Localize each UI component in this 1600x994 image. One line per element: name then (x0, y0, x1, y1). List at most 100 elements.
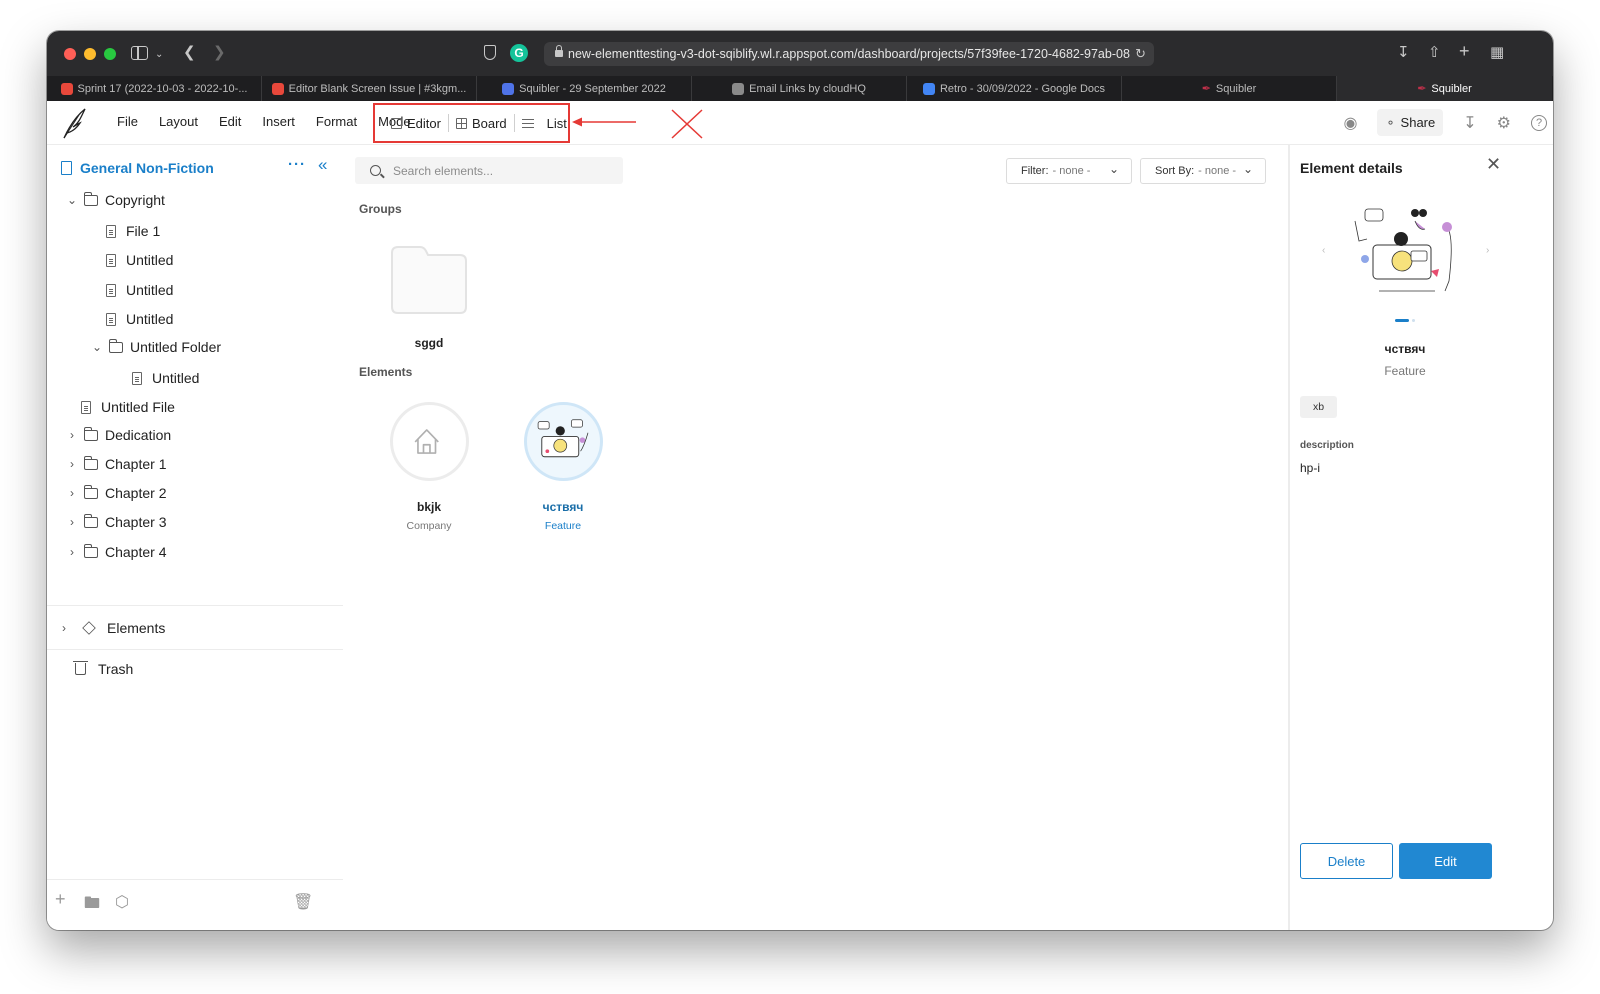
chevron-down-icon[interactable]: ⌄ (90, 340, 104, 354)
tab-editor[interactable]: Editor (391, 114, 449, 132)
chevron-down-icon[interactable]: ⌄ (65, 193, 79, 207)
chevron-right-icon[interactable]: › (65, 486, 79, 500)
sort-label: Sort By: (1155, 165, 1195, 177)
filter-label: Filter: (1021, 165, 1049, 177)
new-tab-icon[interactable]: + (1459, 42, 1470, 60)
new-element-icon[interactable]: ⬡ (115, 892, 129, 912)
new-folder-icon[interactable]: 🖿 (84, 892, 100, 919)
menu-layout[interactable]: Layout (159, 114, 198, 129)
tree-folder-chapter-2[interactable]: › Chapter 2 (65, 483, 166, 503)
shield-icon[interactable] (484, 45, 496, 60)
element-details-panel: Element details ✕ ‹ › чствяч Feature xb … (1288, 145, 1553, 930)
share-sheet-icon[interactable]: ⇧ (1428, 44, 1441, 62)
sidebar-toggle-icon[interactable] (131, 46, 148, 60)
tab-list-label: List (546, 115, 567, 131)
element-tag[interactable]: xb (1300, 396, 1337, 418)
tree-folder-untitled[interactable]: ⌄ Untitled Folder (90, 337, 221, 357)
back-icon[interactable]: ❮ (183, 44, 196, 62)
element-name[interactable]: bkjk (369, 500, 489, 514)
chevron-down-icon[interactable]: ⌄ (155, 46, 163, 64)
delete-button[interactable]: Delete (1300, 843, 1393, 879)
carousel-indicator[interactable] (1412, 319, 1415, 322)
minimize-window-button[interactable] (84, 47, 96, 60)
file-icon (106, 224, 116, 238)
tree-file[interactable]: Untitled (132, 368, 199, 388)
element-name[interactable]: чствяч (503, 500, 623, 514)
tab-label: Email Links by cloudHQ (749, 82, 866, 95)
tree-label: Copyright (105, 192, 165, 208)
file-icon (106, 312, 116, 326)
sort-dropdown[interactable]: Sort By: - none - ⌄ (1140, 158, 1266, 184)
tab-label: Squibler (1431, 82, 1472, 95)
search-input[interactable] (393, 163, 593, 178)
feather-logo-icon (63, 108, 86, 139)
reload-icon[interactable]: ↻ (1135, 42, 1146, 66)
tree-file[interactable]: Untitled (106, 309, 173, 329)
tab-list[interactable]: List (521, 114, 574, 132)
grammarly-icon[interactable]: G (510, 44, 528, 62)
chevron-right-icon[interactable]: › (57, 621, 71, 635)
maximize-window-button[interactable] (104, 47, 116, 60)
browser-tab[interactable]: Sprint 17 (2022-10-03 - 2022-10-... (47, 76, 262, 101)
tree-folder-copyright[interactable]: ⌄ Copyright (65, 190, 165, 210)
carousel-prev-icon[interactable]: ‹ (1322, 245, 1325, 256)
folder-open-icon (108, 338, 123, 353)
hide-eye-icon[interactable]: ◉ (1344, 113, 1358, 133)
chevron-right-icon[interactable]: › (65, 515, 79, 529)
collapse-sidebar-icon[interactable]: « (318, 155, 327, 175)
close-icon[interactable]: ✕ (1486, 154, 1501, 175)
tree-file[interactable]: Untitled File (81, 397, 175, 417)
menu-insert[interactable]: Insert (262, 114, 295, 129)
tree-folder-chapter-4[interactable]: › Chapter 4 (65, 542, 166, 562)
browser-tab[interactable]: Email Links by cloudHQ (692, 76, 907, 101)
tab-overview-icon[interactable]: ▦ (1490, 44, 1504, 62)
carousel-indicator-active[interactable] (1395, 319, 1409, 322)
edit-button[interactable]: Edit (1399, 843, 1492, 879)
feather-favicon-icon: ✒ (1201, 83, 1211, 95)
tree-file[interactable]: Untitled (106, 280, 173, 300)
element-card-avatar-selected[interactable] (524, 402, 603, 481)
browser-tab-active[interactable]: ✒ Squibler (1337, 76, 1552, 101)
menu-edit[interactable]: Edit (219, 114, 241, 129)
browser-tab[interactable]: ✒ Squibler (1122, 76, 1337, 101)
browser-window: ⌄ ❮ ❯ G new-elementtesting-v3-dot-sqibli… (47, 31, 1553, 930)
close-window-button[interactable] (64, 47, 76, 60)
download-icon[interactable]: ↧ (1397, 44, 1410, 62)
menu-file[interactable]: File (117, 114, 138, 129)
window-controls (64, 47, 116, 60)
browser-tab[interactable]: Squibler - 29 September 2022 (477, 76, 692, 101)
tab-label: Editor Blank Screen Issue | #3kgm... (288, 82, 467, 95)
add-icon[interactable]: + (55, 889, 66, 910)
project-title[interactable]: General Non-Fiction (61, 160, 214, 176)
browser-titlebar: ⌄ ❮ ❯ G new-elementtesting-v3-dot-sqibli… (47, 31, 1553, 76)
tree-file[interactable]: File 1 (106, 221, 160, 241)
sidebar-item-elements[interactable]: › Elements (47, 605, 343, 650)
export-icon[interactable]: ↧ (1463, 113, 1476, 133)
help-icon[interactable]: ? (1531, 114, 1547, 131)
chevron-right-icon[interactable]: › (65, 545, 79, 559)
element-card-avatar[interactable] (390, 402, 469, 481)
browser-tab[interactable]: Editor Blank Screen Issue | #3kgm... (262, 76, 477, 101)
tab-board[interactable]: Board (455, 114, 515, 132)
group-folder-icon[interactable] (390, 245, 468, 315)
tree-folder-dedication[interactable]: › Dedication (65, 425, 171, 445)
file-icon (106, 283, 116, 297)
menu-format[interactable]: Format (316, 114, 357, 129)
share-button[interactable]: ⚬ Share (1377, 109, 1444, 136)
address-bar[interactable]: new-elementtesting-v3-dot-sqiblify.wl.r.… (544, 42, 1154, 66)
sidebar-item-trash[interactable]: Trash (73, 661, 133, 677)
search-box[interactable] (355, 157, 623, 184)
filter-dropdown[interactable]: Filter: - none - ⌄ (1006, 158, 1132, 184)
chevron-right-icon[interactable]: › (65, 457, 79, 471)
tree-folder-chapter-1[interactable]: › Chapter 1 (65, 454, 166, 474)
browser-tab[interactable]: Retro - 30/09/2022 - Google Docs (907, 76, 1122, 101)
forward-icon[interactable]: ❯ (213, 44, 226, 62)
delete-trash-icon[interactable]: 🗑 (293, 892, 313, 912)
more-options-icon[interactable]: ··· (288, 156, 306, 173)
settings-gear-icon[interactable]: ⚙ (1497, 113, 1511, 133)
carousel-next-icon[interactable]: › (1486, 245, 1489, 256)
tree-folder-chapter-3[interactable]: › Chapter 3 (65, 512, 166, 532)
tree-file[interactable]: Untitled (106, 250, 173, 270)
group-name[interactable]: sggd (369, 336, 489, 350)
chevron-right-icon[interactable]: › (65, 428, 79, 442)
